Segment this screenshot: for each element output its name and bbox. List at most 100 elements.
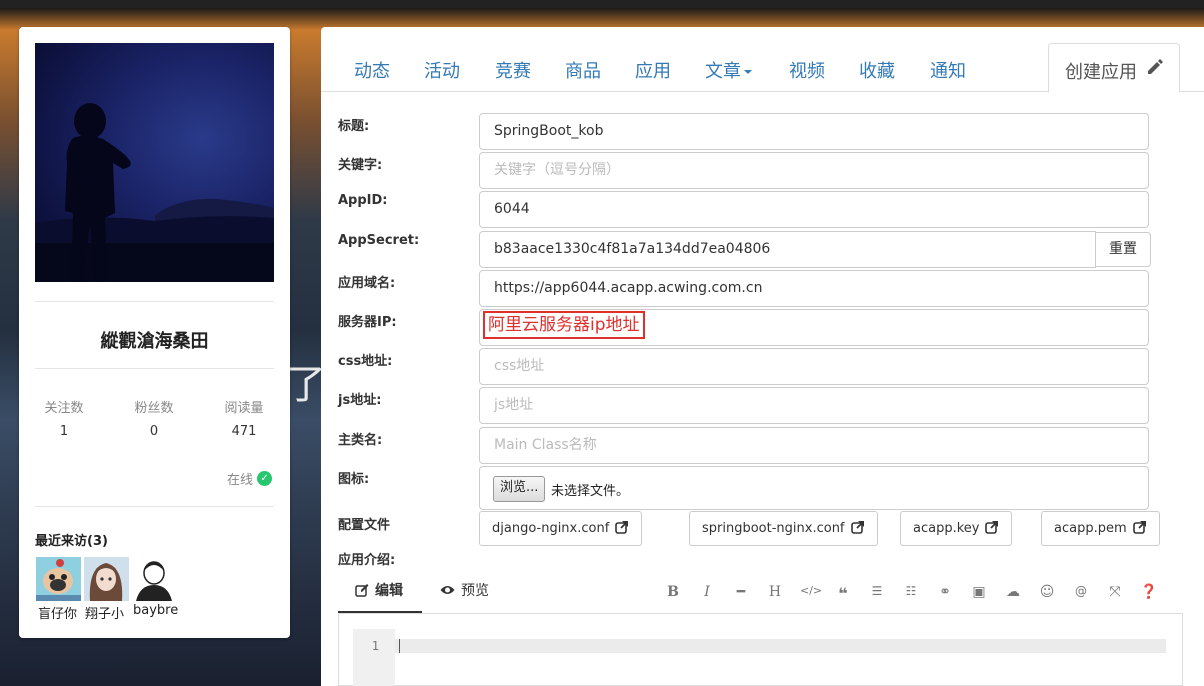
create-app-panel: 动态 活动 竞赛 商品 应用 文章 视频 收藏 通知 创建应用 标题: Spri… <box>321 27 1204 686</box>
config-file-name: springboot-nginx.conf <box>702 521 845 536</box>
background-text: 了 <box>286 362 326 408</box>
ol-icon[interactable]: ☷ <box>902 584 920 598</box>
js-url-input[interactable]: js地址 <box>479 387 1149 424</box>
appsecret-input[interactable]: b83aace1330c4f81a7a134dd7ea04806 <box>479 231 1096 268</box>
stat-label: 阅读量 <box>224 401 264 416</box>
keywords-input[interactable]: 关键字（逗号分隔） <box>479 152 1149 189</box>
label-appid: AppID: <box>338 193 388 208</box>
tab-apps[interactable]: 应用 <box>635 57 671 83</box>
hr-icon[interactable]: ━ <box>732 584 750 600</box>
line-number: 1 <box>371 639 379 653</box>
config-file-name: acapp.pem <box>1054 521 1127 536</box>
browse-file-button[interactable]: 浏览... <box>493 476 546 502</box>
main-class-input[interactable]: Main Class名称 <box>479 427 1149 464</box>
quote-icon[interactable]: ❝ <box>834 584 852 603</box>
stat-value: 0 <box>149 424 159 439</box>
label-main-class: 主类名: <box>338 433 383 448</box>
tab-notifications[interactable]: 通知 <box>930 57 966 83</box>
config-file-acapp-key[interactable]: acapp.key <box>900 511 1013 546</box>
visitor-avatar[interactable] <box>132 557 177 601</box>
caret-down-icon <box>744 70 752 74</box>
stat-following[interactable]: 关注数 1 <box>34 397 94 439</box>
pencil-icon <box>1148 59 1163 74</box>
config-file-name: acapp.key <box>913 521 980 536</box>
label-keywords: 关键字: <box>338 158 383 173</box>
help-icon[interactable]: ❓ <box>1140 584 1158 600</box>
stat-label: 粉丝数 <box>134 401 174 416</box>
text-cursor <box>399 639 400 653</box>
online-status: 在线 ✓ <box>227 469 273 488</box>
title-input[interactable]: SpringBoot_kob <box>479 113 1149 150</box>
reset-secret-button[interactable]: 重置 <box>1095 232 1151 267</box>
stat-followers[interactable]: 粉丝数 0 <box>124 397 184 439</box>
tab-products[interactable]: 商品 <box>565 57 601 83</box>
ul-icon[interactable]: ☰ <box>868 584 886 598</box>
appid-input[interactable]: 6044 <box>479 191 1149 228</box>
external-link-icon <box>615 521 629 534</box>
visitor-name[interactable]: baybre <box>133 603 178 618</box>
visitor-avatar[interactable] <box>36 557 81 601</box>
mention-icon[interactable]: @ <box>1072 584 1090 598</box>
editor-tab-preview[interactable]: 预览 <box>440 580 489 600</box>
server-ip-annotation: 阿里云服务器ip地址 <box>483 311 645 339</box>
editor-tab-edit-label: 编辑 <box>375 583 403 599</box>
editor-tab-preview-label: 预览 <box>461 583 489 599</box>
editor-active-line[interactable] <box>395 639 1166 653</box>
visitor-avatar[interactable] <box>84 557 129 601</box>
tab-updates[interactable]: 动态 <box>354 57 390 83</box>
browser-top-strip <box>0 0 1204 8</box>
external-link-icon <box>1132 521 1146 534</box>
check-circle-icon: ✓ <box>257 471 273 486</box>
divider <box>35 506 274 507</box>
upload-icon[interactable]: ☁ <box>1004 584 1022 600</box>
divider <box>35 301 274 302</box>
profile-username: 縱觀滄海桑田 <box>100 331 209 352</box>
tab-favorites[interactable]: 收藏 <box>859 57 895 83</box>
visitor-name[interactable]: 盲仔你 <box>38 603 77 622</box>
external-link-icon <box>850 521 864 534</box>
tab-contests[interactable]: 竞赛 <box>495 57 531 83</box>
edit-icon <box>355 584 369 597</box>
stat-reads: 阅读量 471 <box>214 397 274 439</box>
fullscreen-icon[interactable]: ⤧ <box>1106 584 1124 600</box>
label-appsecret: AppSecret: <box>338 233 420 248</box>
eye-icon <box>440 586 455 594</box>
editor-gutter <box>353 629 395 686</box>
label-js: js地址: <box>338 393 382 408</box>
config-file-django-nginx[interactable]: django-nginx.conf <box>479 511 643 546</box>
recent-visitors-title: 最近来访(3) <box>35 534 108 549</box>
label-icon: 图标: <box>338 472 370 487</box>
config-file-springboot-nginx[interactable]: springboot-nginx.conf <box>689 511 878 546</box>
code-icon[interactable]: </> <box>800 584 822 597</box>
tab-create-app[interactable]: 创建应用 <box>1048 43 1180 93</box>
tab-create-app-label: 创建应用 <box>1065 62 1137 83</box>
profile-avatar[interactable] <box>35 43 274 282</box>
online-label: 在线 <box>227 473 254 488</box>
domain-input[interactable]: https://app6044.acapp.acwing.com.cn <box>479 270 1149 307</box>
stat-value: 1 <box>59 424 69 439</box>
css-url-input[interactable]: css地址 <box>479 348 1149 385</box>
editor-tab-edit[interactable]: 编辑 <box>355 580 403 600</box>
config-file-acapp-pem[interactable]: acapp.pem <box>1041 511 1160 546</box>
heading-icon[interactable]: H <box>766 584 784 600</box>
label-css: css地址: <box>338 354 393 369</box>
profile-card: 縱觀滄海桑田 关注数 1 粉丝数 0 阅读量 471 在线 ✓ 最近来访(3) <box>19 27 290 638</box>
nav-tabs: 动态 活动 竞赛 商品 应用 文章 视频 收藏 通知 创建应用 <box>321 27 1204 93</box>
label-domain: 应用域名: <box>338 276 396 291</box>
label-intro: 应用介绍: <box>338 553 396 568</box>
tab-activities[interactable]: 活动 <box>424 57 460 83</box>
external-link-icon <box>985 521 999 534</box>
visitor-name[interactable]: 翔子小 <box>85 603 124 622</box>
label-config: 配置文件 <box>338 518 391 533</box>
tab-articles-label: 文章 <box>705 61 741 82</box>
link-icon[interactable]: ⚭ <box>936 584 954 600</box>
tab-articles[interactable]: 文章 <box>705 57 752 83</box>
tab-videos[interactable]: 视频 <box>789 57 825 83</box>
italic-icon[interactable]: I <box>698 584 716 600</box>
emoji-icon[interactable]: ☺ <box>1038 584 1056 600</box>
stat-value: 471 <box>231 424 257 439</box>
label-title: 标题: <box>338 119 370 134</box>
config-file-name: django-nginx.conf <box>492 521 610 536</box>
image-icon[interactable]: ▣ <box>970 584 988 600</box>
bold-icon[interactable]: B <box>664 584 682 600</box>
